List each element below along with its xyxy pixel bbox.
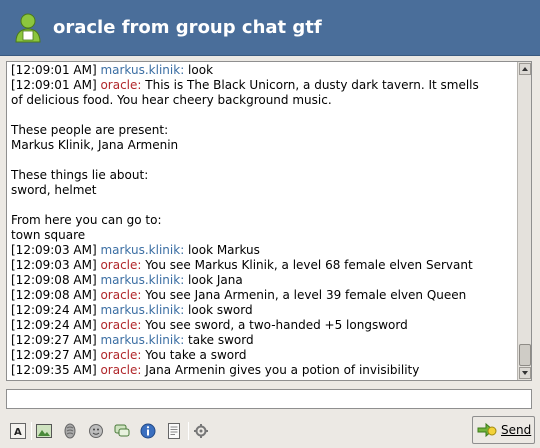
message-sender: markus.klinik: bbox=[100, 303, 185, 317]
message-line: [12:09:35 AM] oracle: Jana Armenin gives… bbox=[11, 363, 515, 378]
message-sender: markus.klinik: bbox=[100, 333, 185, 347]
message-text: This is The Black Unicorn, a dusty dark … bbox=[141, 78, 479, 92]
arrow-up-icon bbox=[522, 67, 528, 71]
message-line: [12:09:24 AM] markus.klinik: look sword bbox=[11, 303, 515, 318]
message-line: sword, helmet bbox=[11, 183, 515, 198]
message-timestamp: [12:09:03 AM] bbox=[11, 258, 101, 272]
message-text: look sword bbox=[184, 303, 253, 317]
message-timestamp: [12:09:08 AM] bbox=[11, 288, 101, 302]
message-timestamp: [12:09:35 AM] bbox=[11, 363, 101, 377]
message-text: town square bbox=[11, 228, 86, 242]
message-timestamp: [12:09:27 AM] bbox=[11, 333, 101, 347]
message-line: of delicious food. You hear cheery backg… bbox=[11, 93, 515, 108]
message-text: You take a sword bbox=[141, 348, 247, 362]
message-timestamp: [12:09:03 AM] bbox=[11, 243, 101, 257]
attention-icon[interactable] bbox=[60, 421, 80, 441]
send-button[interactable]: Send bbox=[472, 416, 535, 444]
message-sender: oracle: bbox=[100, 258, 142, 272]
message-sender: oracle: bbox=[100, 318, 142, 332]
smiley-icon[interactable] bbox=[86, 421, 106, 441]
toolbar-separator bbox=[188, 422, 189, 440]
svg-text:A: A bbox=[14, 427, 22, 438]
message-text bbox=[11, 198, 15, 212]
message-line: [12:09:03 AM] oracle: You see Markus Kli… bbox=[11, 258, 515, 273]
user-avatar-icon bbox=[15, 13, 41, 43]
plugin-icon[interactable] bbox=[191, 421, 211, 441]
scroll-up-button[interactable] bbox=[519, 63, 531, 75]
message-text: Jana Armenin gives you a potion of invis… bbox=[141, 363, 420, 377]
message-line: [12:09:08 AM] oracle: You see Jana Armen… bbox=[11, 288, 515, 303]
message-line: These things lie about: bbox=[11, 168, 515, 183]
message-line bbox=[11, 153, 515, 168]
message-text: look bbox=[184, 63, 214, 77]
message-text: You see Markus Klinik, a level 68 female… bbox=[141, 258, 473, 272]
toolbar-separator bbox=[31, 422, 32, 440]
message-sender: oracle: bbox=[100, 288, 142, 302]
message-line: Markus Klinik, Jana Armenin bbox=[11, 138, 515, 153]
conversation-header: oracle from group chat gtf bbox=[0, 0, 540, 56]
message-timestamp: [12:09:27 AM] bbox=[11, 348, 101, 362]
message-text: look Markus bbox=[184, 243, 260, 257]
message-timestamp: [12:09:24 AM] bbox=[11, 318, 101, 332]
message-sender: oracle: bbox=[100, 78, 142, 92]
message-line: [12:09:27 AM] oracle: You take a sword bbox=[11, 348, 515, 363]
message-sender: markus.klinik: bbox=[100, 243, 185, 257]
message-text: These people are present: bbox=[11, 123, 169, 137]
message-text: From here you can go to: bbox=[11, 213, 162, 227]
message-sender: markus.klinik: bbox=[100, 273, 185, 287]
message-input[interactable] bbox=[6, 389, 532, 409]
message-timestamp: [12:09:24 AM] bbox=[11, 303, 101, 317]
conversation-log[interactable]: [12:09:01 AM] markus.klinik: look [12:09:… bbox=[6, 61, 532, 381]
message-text: You see sword, a two-handed +5 longsword bbox=[141, 318, 408, 332]
message-sender: oracle: bbox=[100, 348, 142, 362]
message-text: take sword bbox=[184, 333, 254, 347]
insert-image-icon[interactable] bbox=[34, 421, 54, 441]
message-line: [12:09:03 AM] markus.klinik: look Markus bbox=[11, 243, 515, 258]
vertical-scrollbar[interactable] bbox=[517, 62, 531, 380]
message-line: town square bbox=[11, 228, 515, 243]
message-line bbox=[11, 198, 515, 213]
send-icon bbox=[477, 422, 497, 438]
message-line bbox=[11, 108, 515, 123]
message-sender: oracle: bbox=[100, 363, 142, 377]
window-title: oracle from group chat gtf bbox=[53, 17, 322, 38]
message-text: of delicious food. You hear cheery backg… bbox=[11, 93, 332, 107]
scroll-down-button[interactable] bbox=[519, 367, 531, 379]
message-text: sword, helmet bbox=[11, 183, 97, 197]
info-icon[interactable] bbox=[138, 421, 158, 441]
message-timestamp: [12:09:01 AM] bbox=[11, 63, 101, 77]
chat-icon[interactable] bbox=[112, 421, 132, 441]
message-line: [12:09:27 AM] markus.klinik: take sword bbox=[11, 333, 515, 348]
message-text: These things lie about: bbox=[11, 168, 149, 182]
font-icon[interactable]: A bbox=[8, 421, 28, 441]
message-timestamp: [12:09:08 AM] bbox=[11, 273, 101, 287]
message-text: look Jana bbox=[184, 273, 243, 287]
message-line: [12:09:01 AM] markus.klinik: look bbox=[11, 63, 515, 78]
arrow-down-icon bbox=[522, 371, 528, 375]
message-line: [12:09:08 AM] markus.klinik: look Jana bbox=[11, 273, 515, 288]
log-icon[interactable] bbox=[164, 421, 184, 441]
scroll-thumb[interactable] bbox=[519, 344, 531, 366]
message-line: [12:09:01 AM] oracle: This is The Black … bbox=[11, 78, 515, 93]
message-text: Markus Klinik, Jana Armenin bbox=[11, 138, 179, 152]
message-line: From here you can go to: bbox=[11, 213, 515, 228]
message-sender: markus.klinik: bbox=[100, 63, 185, 77]
message-list: [12:09:01 AM] markus.klinik: look [12:09:… bbox=[11, 63, 515, 378]
message-text bbox=[11, 153, 15, 167]
message-line: These people are present: bbox=[11, 123, 515, 138]
message-text: You see Jana Armenin, a level 39 female … bbox=[141, 288, 467, 302]
message-line: [12:09:24 AM] oracle: You see sword, a t… bbox=[11, 318, 515, 333]
send-label: Send bbox=[501, 423, 532, 437]
message-text bbox=[11, 108, 15, 122]
formatting-toolbar: A bbox=[0, 414, 540, 448]
message-timestamp: [12:09:01 AM] bbox=[11, 78, 101, 92]
